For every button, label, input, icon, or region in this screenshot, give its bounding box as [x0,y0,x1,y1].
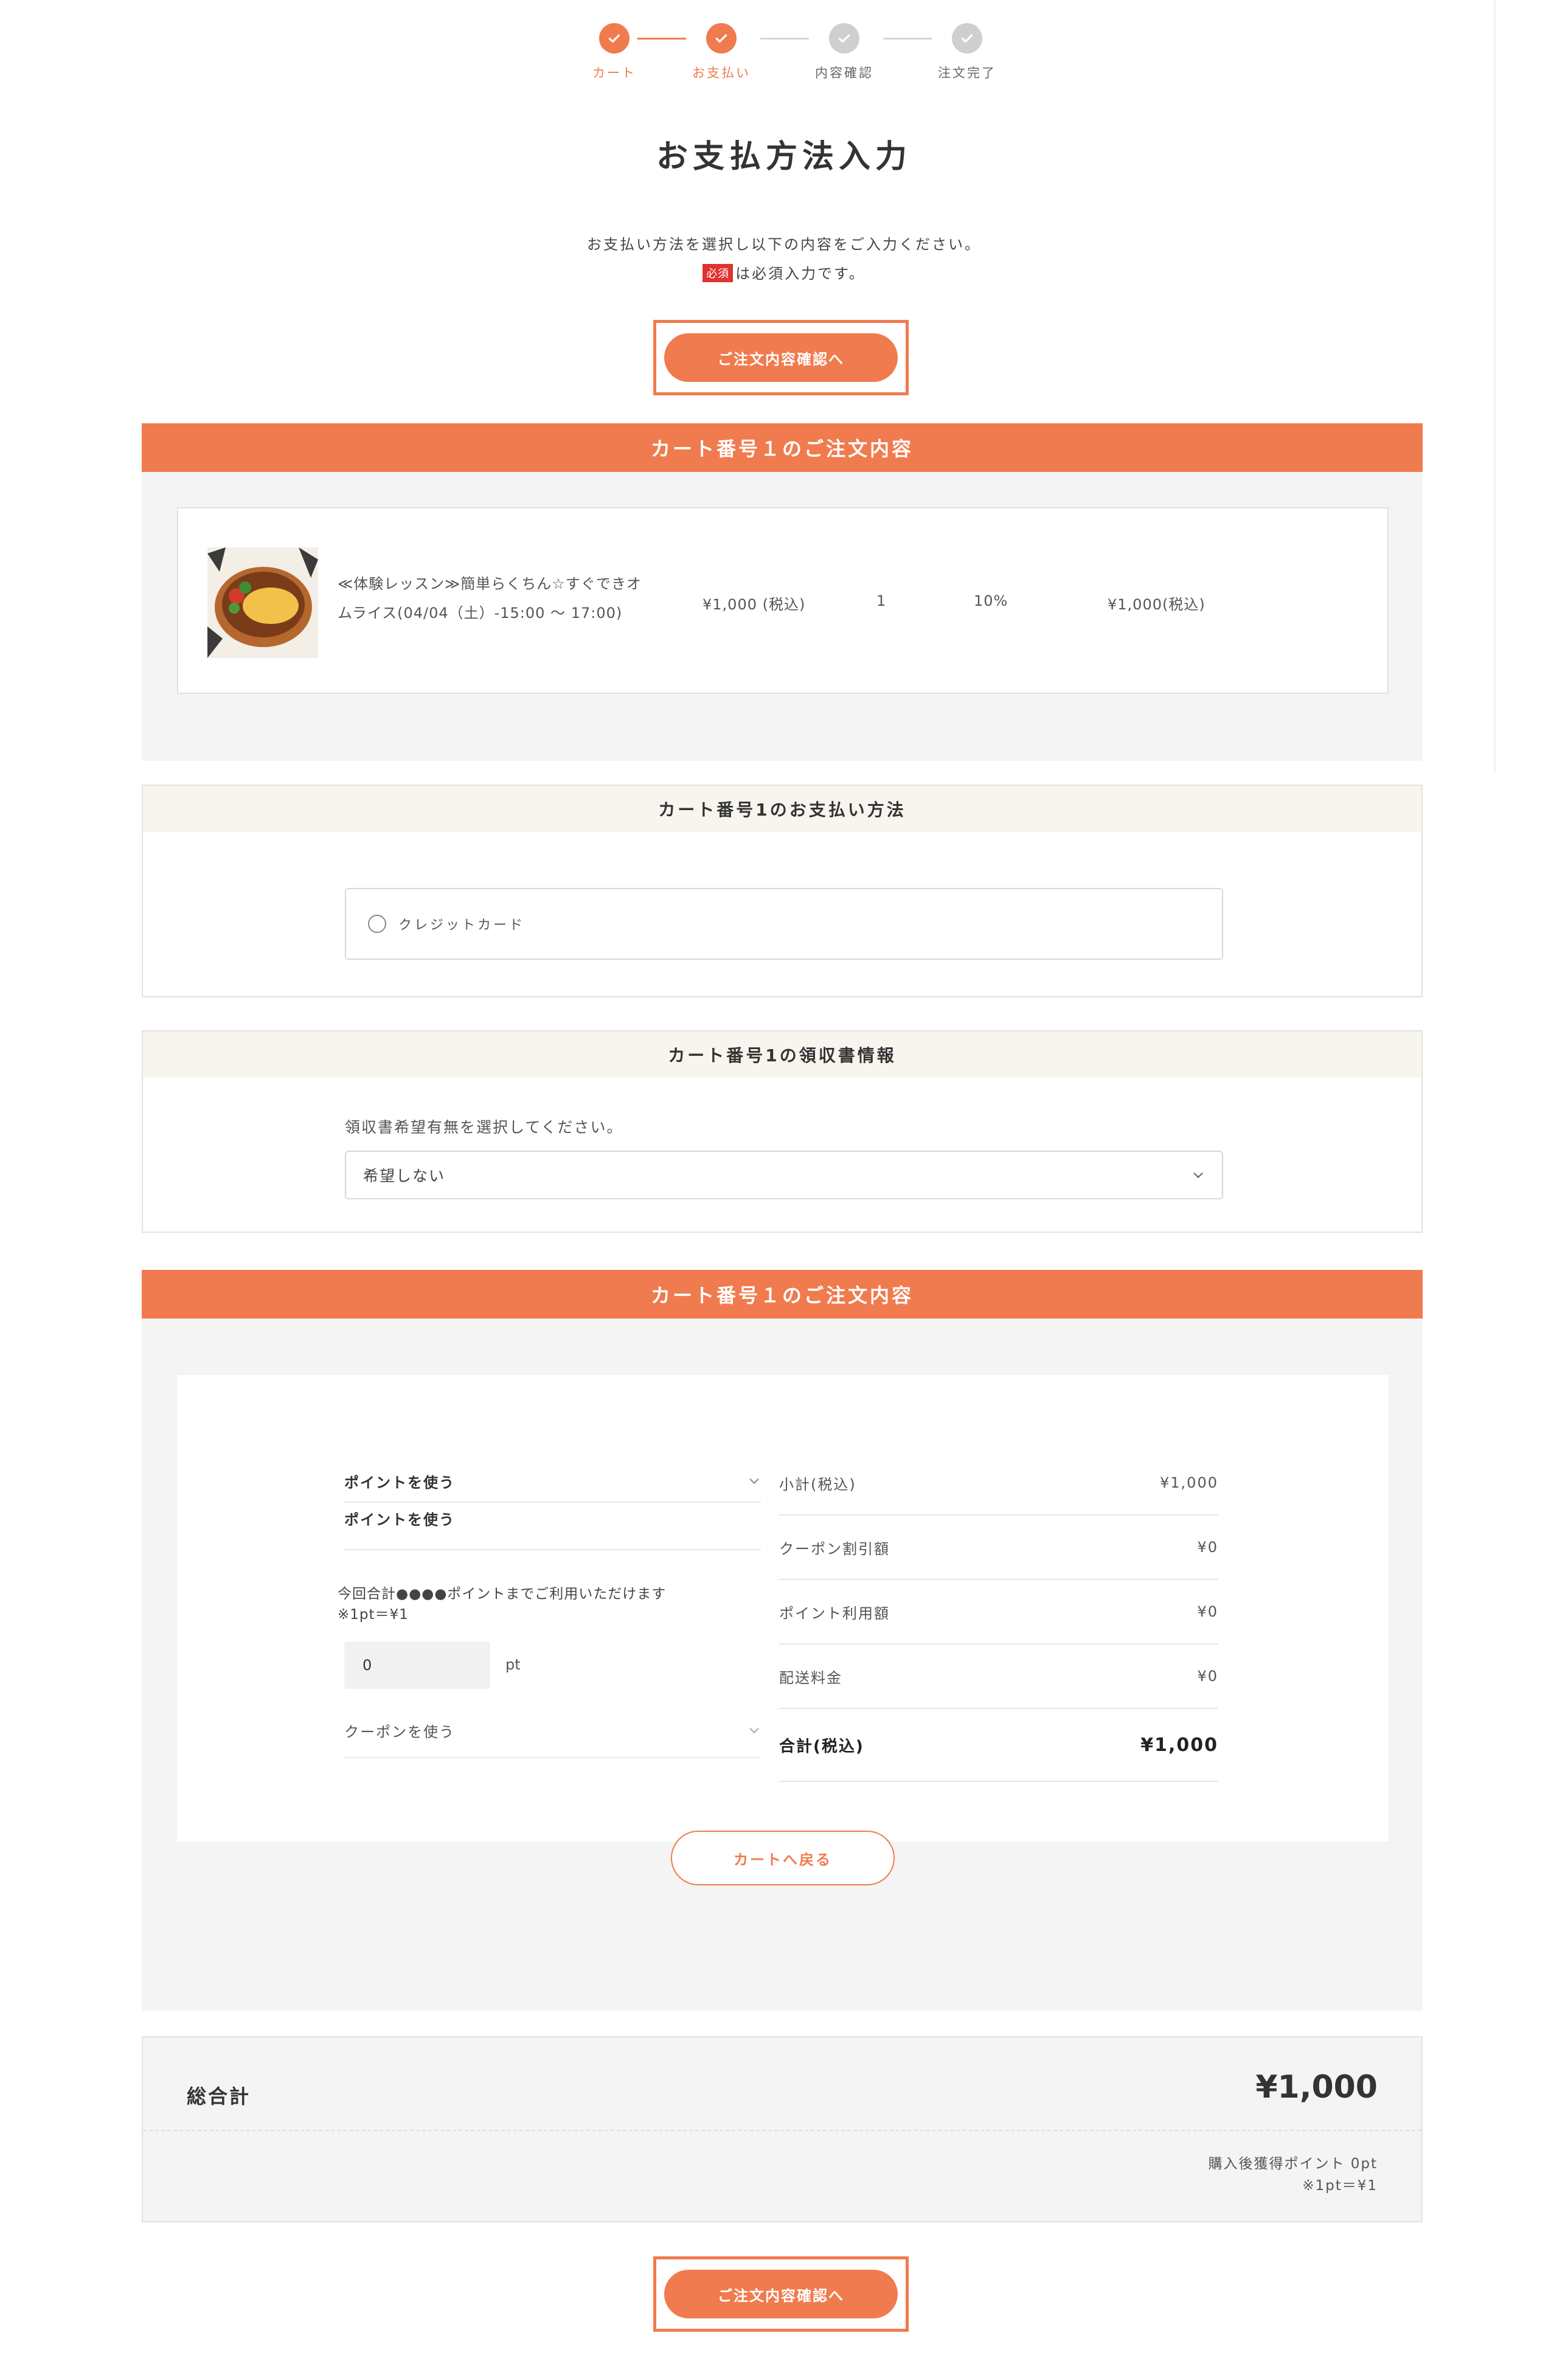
payment-method-panel: カート番号1のお支払い方法 クレジットカード [142,785,1423,997]
radio-icon[interactable] [368,915,386,933]
product-name-line1: ≪体験レッスン≫簡単らくちん☆すぐできオ [338,575,642,592]
cart-items-block: ≪体験レッスン≫簡単らくちん☆すぐできオ ムライス(04/04（土）-15:00… [142,472,1423,761]
product-name: ≪体験レッスン≫簡単らくちん☆すぐできオ ムライス(04/04（土）-15:00… [338,569,642,628]
points-used-label: ポイント利用額 [779,1604,890,1622]
cart-item-row: ≪体験レッスン≫簡単らくちん☆すぐできオ ムライス(04/04（土）-15:00… [177,507,1389,694]
shipping-row: 配送料金 ¥0 [779,1645,1218,1709]
quantity: 1 [876,592,887,609]
step-payment: お支払い [679,23,764,81]
subtotal-label: 小計(税込) [779,1475,856,1493]
check-icon [706,23,737,54]
total-row: 合計(税込) ¥1,000 [779,1709,1218,1782]
step-complete: 注文完了 [924,23,1010,81]
points-used-row: ポイント利用額 ¥0 [779,1580,1218,1645]
item-subtotal: ¥1,000(税込) [1108,596,1205,613]
points-title-text: ポイントを使う [344,1511,455,1528]
coupon-toggle-label: クーポンを使う [344,1723,455,1741]
step-confirm: 内容確認 [802,23,887,81]
coupon-discount-row: クーポン割引額 ¥0 [779,1516,1218,1580]
page-title: お支払方法入力 [656,139,912,175]
coupon-toggle[interactable]: クーポンを使う [344,1704,761,1758]
check-icon [952,23,982,54]
checkout-stepper: カート お支払い 内容確認 注文完了 [572,23,997,90]
grand-total-value: ¥1,000 [1255,2069,1378,2106]
receipt-select[interactable]: 希望しない [345,1151,1223,1199]
confirm-button-frame: ご注文内容確認へ [653,320,909,395]
confirm-order-button-bottom[interactable]: ご注文内容確認へ [664,2270,898,2318]
required-note-text: は必須入力です。 [735,265,866,282]
points-unit: pt [505,1656,521,1673]
receipt-panel: カート番号1の領収書情報 領収書希望有無を選択してください。 希望しない [142,1030,1423,1233]
points-note-line2: ※1pt＝¥1 [338,1607,409,1623]
points-earned-info: 購入後獲得ポイント 0pt ※1pt＝¥1 [1208,2153,1378,2197]
chevron-down-icon [749,1478,759,1485]
step-cart: カート [572,23,657,81]
step-label: 注文完了 [938,66,996,80]
points-note: 今回合計●●●●ポイントまでご利用いただけます ※1pt＝¥1 [338,1584,666,1625]
coupon-discount-value: ¥0 [1197,1539,1218,1556]
grand-total-panel: 総合計 ¥1,000 購入後獲得ポイント 0pt ※1pt＝¥1 [142,2036,1423,2222]
back-to-cart-button[interactable]: カートへ戻る [671,1831,895,1885]
receipt-selected-value: 希望しない [363,1167,446,1185]
chevron-down-icon [749,1728,759,1734]
points-section-title: ポイントを使う [344,1508,761,1550]
credit-card-option[interactable]: クレジットカード [345,888,1223,960]
subtotal-value: ¥1,000 [1160,1474,1218,1491]
subtotal-row: 小計(税込) ¥1,000 [779,1451,1218,1516]
product-name-line2: ムライス(04/04（土）-15:00 〜 17:00) [338,605,623,622]
payment-method-heading: カート番号1のお支払い方法 [143,786,1421,832]
intro-text: お支払い方法を選択し以下の内容をご入力ください。 [587,236,981,253]
order-summary-heading: カート番号１のご注文内容 [142,1270,1423,1319]
page-edge-line [1494,0,1496,772]
check-icon [599,23,630,54]
points-note-line1: 今回合計●●●●ポイントまでご利用いただけます [338,1586,667,1602]
points-used-value: ¥0 [1197,1603,1218,1620]
confirm-order-button-top[interactable]: ご注文内容確認へ [664,333,898,382]
shipping-value: ¥0 [1197,1668,1218,1685]
points-input[interactable]: 0 [344,1641,490,1689]
confirm-button-frame-bottom: ご注文内容確認へ [653,2256,909,2332]
credit-card-label: クレジットカード [398,918,526,933]
coupon-discount-label: クーポン割引額 [779,1540,890,1558]
receipt-heading: カート番号1の領収書情報 [143,1031,1421,1078]
grand-total-label: 総合計 [187,2085,251,2108]
points-toggle-label: ポイントを使う [344,1474,455,1491]
chevron-down-icon [1193,1173,1203,1179]
product-thumbnail [207,547,318,658]
points-rate: ※1pt＝¥1 [1302,2178,1378,2194]
step-label: 内容確認 [815,66,873,80]
required-badge: 必須 [702,264,734,282]
points-toggle[interactable]: ポイントを使う [344,1460,761,1503]
step-label: お支払い [692,66,751,80]
step-label: カート [592,66,636,80]
required-note: 必須 は必須入力です。 [0,262,1568,283]
points-earned: 購入後獲得ポイント 0pt [1208,2156,1378,2172]
total-value: ¥1,000 [1140,1734,1218,1756]
order-summary-card: ポイントを使う ポイントを使う 今回合計●●●●ポイントまでご利用いただけます … [177,1375,1389,1842]
order-summary-block: ポイントを使う ポイントを使う 今回合計●●●●ポイントまでご利用いただけます … [142,1319,1423,2011]
check-icon [829,23,859,54]
unit-price: ¥1,000 (税込) [702,596,806,613]
cart-items-heading: カート番号１のご注文内容 [142,423,1423,472]
grand-total-divider [143,2130,1421,2131]
shipping-label: 配送料金 [779,1669,842,1686]
tax-rate: 10% [974,592,1008,609]
total-label: 合計(税込) [779,1737,864,1756]
receipt-label: 領収書希望有無を選択してください。 [345,1118,623,1136]
